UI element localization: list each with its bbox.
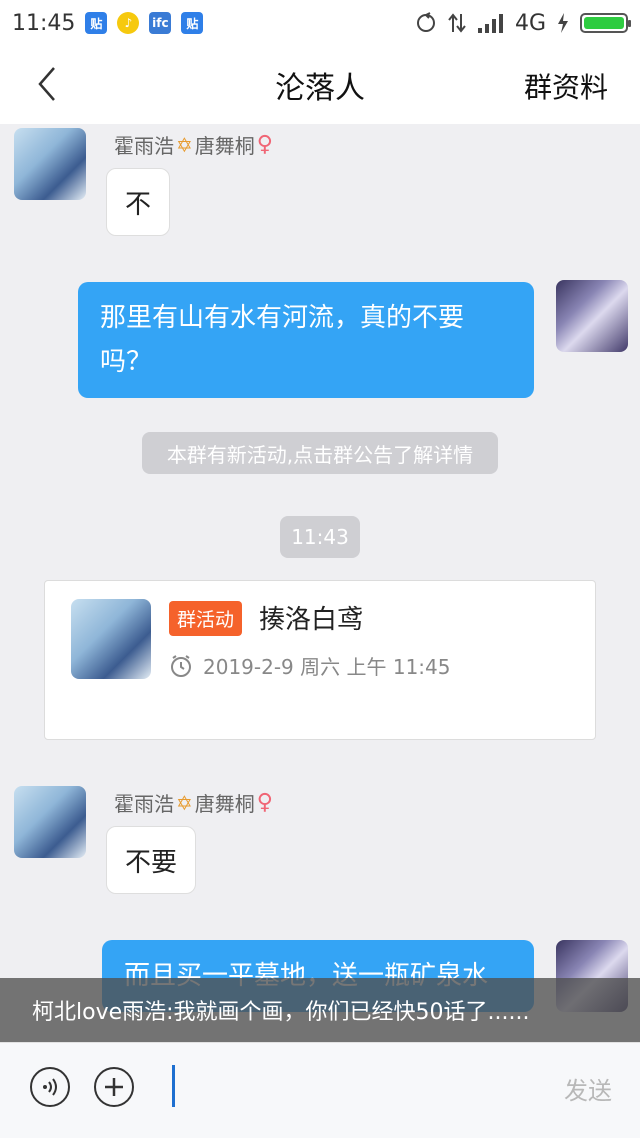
- data-transfer-icon: [448, 13, 466, 33]
- back-arrow-icon[interactable]: [30, 64, 70, 104]
- text-cursor: [172, 1065, 175, 1107]
- clock-icon: [171, 654, 191, 677]
- star-badge-icon: ✡: [176, 790, 193, 815]
- news-icon: ifc: [149, 12, 172, 34]
- avatar[interactable]: [14, 786, 86, 858]
- send-button[interactable]: 发送: [564, 1071, 612, 1106]
- network-type: 4G: [514, 10, 546, 36]
- tieba-icon: 贴: [85, 12, 108, 34]
- tieba-icon: 贴: [181, 12, 204, 34]
- system-tip[interactable]: 本群有新活动,点击群公告了解详情: [142, 432, 498, 474]
- message-bubble[interactable]: 不: [106, 168, 171, 236]
- chat-area[interactable]: 霍雨浩 ✡ 唐舞桐 ♀ 不 那里有山有水有河流，真的不要 吗？ 本群有新活动,点…: [0, 124, 640, 1042]
- battery-icon: [580, 13, 631, 33]
- event-card[interactable]: 群活动 揍洛白鸢 2019-2-9 周六 上午 11:45: [44, 580, 596, 740]
- voice-button[interactable]: [30, 1067, 70, 1107]
- sender-name: 霍雨浩 ✡ 唐舞桐 ♀: [114, 132, 273, 158]
- sender-name: 霍雨浩 ✡ 唐舞桐 ♀: [114, 790, 273, 816]
- signal-icon: [477, 14, 503, 33]
- voice-icon: [43, 1078, 57, 1096]
- message-bubble[interactable]: 不要: [106, 826, 197, 894]
- status-bar: 11:45 贴 ♪ ifc 贴 4G: [0, 0, 640, 46]
- message-input[interactable]: [176, 1065, 536, 1107]
- add-button[interactable]: [94, 1067, 134, 1107]
- star-badge-icon: ✡: [176, 132, 193, 157]
- female-icon: ♀: [256, 132, 273, 157]
- status-time: 11:45: [12, 10, 76, 36]
- music-icon: ♪: [117, 12, 140, 34]
- input-bar: 发送: [0, 1042, 640, 1138]
- time-divider: 11:43: [280, 516, 360, 558]
- group-info-button[interactable]: 群资料: [524, 66, 608, 106]
- event-time: 2019-2-9 周六 上午 11:45: [169, 651, 451, 680]
- nav-bar: 沦落人 群资料: [0, 46, 640, 124]
- chat-title: 沦落人: [275, 71, 365, 106]
- message-bubble-self[interactable]: 那里有山有水有河流，真的不要 吗？: [78, 282, 534, 398]
- sync-icon: [416, 12, 435, 32]
- new-message-banner[interactable]: 柯北love雨浩:我就画个画，你们已经快50话了......: [0, 978, 640, 1042]
- avatar[interactable]: [14, 128, 86, 200]
- event-badge: 群活动: [169, 601, 243, 636]
- charging-icon: [558, 13, 568, 33]
- event-title: 揍洛白鸢: [259, 605, 364, 635]
- plus-icon: [105, 1078, 123, 1096]
- female-icon: ♀: [256, 790, 273, 815]
- avatar: [71, 599, 151, 679]
- avatar-self[interactable]: [556, 280, 628, 352]
